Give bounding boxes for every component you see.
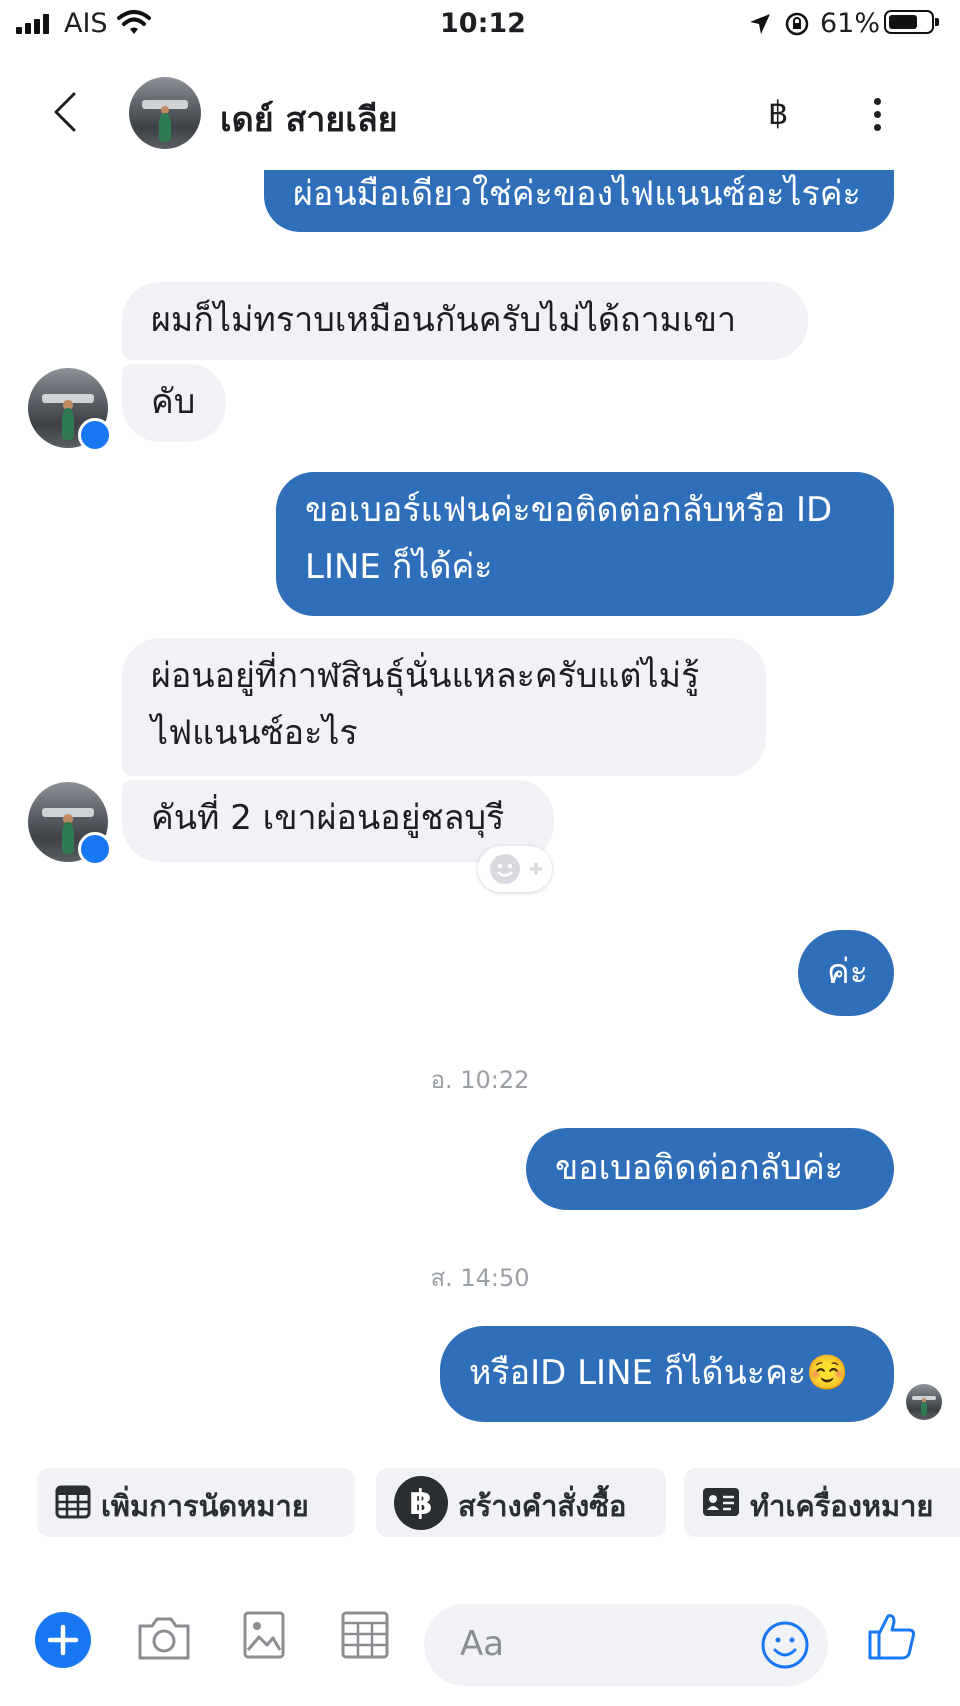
message-input[interactable]: Aa <box>424 1604 828 1686</box>
battery-percent: 61% <box>820 8 881 39</box>
battery-icon <box>884 10 939 34</box>
message-bubble-outgoing[interactable]: ขอเบอร์แฟนค่ะขอติดต่อกลับหรือ ID LINE ก็… <box>276 472 894 616</box>
chip-label: เพิ่มการนัดหมาย <box>101 1489 309 1523</box>
create-order-chip[interactable]: ฿ สร้างคำสั่งซื้อ <box>376 1468 666 1537</box>
calendar-grid-icon <box>55 1485 91 1519</box>
message-bubble-incoming[interactable]: คับ <box>122 364 226 442</box>
status-bar: AIS 10:12 61% <box>0 0 960 48</box>
conversation-header: เดย์ สายเลีย ฿ <box>0 60 960 170</box>
message-input-placeholder: Aa <box>460 1624 505 1664</box>
message-bubble-outgoing[interactable]: หรือID LINE ก็ได้นะคะ☺️ <box>440 1326 894 1422</box>
smiley-plus-icon <box>490 854 542 884</box>
message-bubble-outgoing[interactable]: ผ่อนมือเดียวใช่ค่ะของไฟแนนซ์อะไรค่ะ <box>264 170 894 232</box>
emoji-icon[interactable] <box>760 1620 810 1670</box>
clock: 10:12 <box>440 8 526 39</box>
gallery-icon[interactable] <box>242 1610 286 1660</box>
add-label-chip[interactable]: ทำเครื่องหมาย <box>684 1468 960 1537</box>
chip-label: ทำเครื่องหมาย <box>750 1489 934 1523</box>
message-bubble-outgoing[interactable]: ขอเบอติดต่อกลับค่ะ <box>526 1128 894 1210</box>
message-bubble-outgoing[interactable]: ค่ะ <box>798 930 894 1016</box>
message-thread: ผ่อนมือเดียวใช่ค่ะของไฟแนนซ์อะไรค่ะ ผมก็… <box>0 170 960 1460</box>
message-bubble-incoming[interactable]: ผ่อนอยู่ที่กาฬสินธุ์นั่นแหละครับแต่ไม่รู… <box>122 638 766 776</box>
rotation-lock-icon <box>785 12 809 36</box>
wifi-icon <box>117 10 151 34</box>
read-receipt-avatar <box>906 1384 942 1420</box>
plus-icon <box>47 1624 79 1656</box>
carrier-label: AIS <box>64 8 108 39</box>
add-appointment-chip[interactable]: เพิ่มการนัดหมาย <box>37 1468 355 1537</box>
table-grid-icon[interactable] <box>340 1610 390 1660</box>
payment-baht-icon[interactable]: ฿ <box>768 94 788 132</box>
baht-circle-icon: ฿ <box>394 1476 448 1530</box>
thumbs-up-icon[interactable] <box>866 1610 918 1662</box>
add-reaction-button[interactable] <box>478 846 552 892</box>
timestamp: อ. 10:22 <box>430 1066 530 1094</box>
plus-button[interactable] <box>35 1612 91 1668</box>
contact-card-icon <box>703 1488 739 1516</box>
more-options-icon[interactable] <box>872 98 882 132</box>
message-bubble-incoming[interactable]: ผมก็ไม่ทราบเหมือนกันครับไม่ได้ถามเขา <box>122 282 808 360</box>
messenger-badge-icon <box>78 418 112 452</box>
composer-bar: Aa <box>0 1580 960 1706</box>
chip-label: สร้างคำสั่งซื้อ <box>458 1489 627 1523</box>
contact-name[interactable]: เดย์ สายเลีย <box>220 92 398 146</box>
contact-avatar[interactable] <box>129 77 201 149</box>
back-chevron-icon[interactable] <box>52 90 78 134</box>
timestamp: ส. 14:50 <box>430 1264 530 1292</box>
camera-icon[interactable] <box>136 1614 192 1662</box>
messenger-badge-icon <box>78 832 112 866</box>
signal-icon <box>16 14 50 34</box>
location-arrow-icon <box>750 14 770 34</box>
